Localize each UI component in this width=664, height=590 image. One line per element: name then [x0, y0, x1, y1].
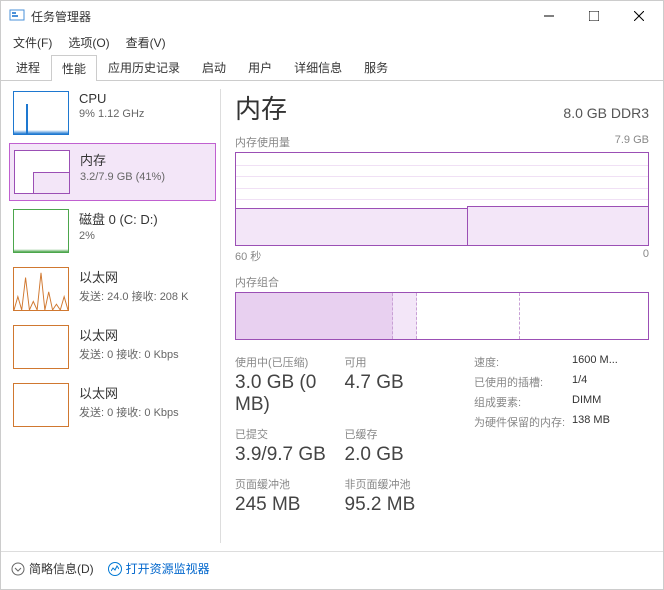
chart-axis-right: 0 [643, 248, 649, 264]
memory-spec: 8.0 GB DDR3 [563, 105, 649, 121]
sidebar-item-cpu[interactable]: CPU 9% 1.12 GHz [9, 85, 216, 141]
available-value: 4.7 GB [345, 372, 455, 394]
resource-monitor-icon [108, 562, 122, 576]
stat-label: 可用 [345, 354, 455, 370]
committed-value: 3.9/9.7 GB [235, 444, 345, 466]
stat-label: 已提交 [235, 426, 345, 442]
kv-key: 组成要素: [474, 394, 572, 410]
chart-axis-left: 60 秒 [235, 248, 261, 264]
sidebar-item-label: CPU [79, 91, 212, 106]
menu-options[interactable]: 选项(O) [60, 32, 117, 53]
window-title: 任务管理器 [31, 8, 526, 25]
fewer-details-button[interactable]: 简略信息(D) [11, 560, 94, 577]
sidebar-item-sub: 3.2/7.9 GB (41%) [80, 171, 211, 183]
sidebar: CPU 9% 1.12 GHz 内存 3.2/7.9 GB (41%) 磁盘 0… [1, 81, 216, 551]
sidebar-item-disk[interactable]: 磁盘 0 (C: D:) 2% [9, 203, 216, 259]
app-icon [9, 8, 25, 24]
stat-label: 使用中(已压缩) [235, 354, 345, 370]
tab-app-history[interactable]: 应用历史记录 [97, 54, 191, 80]
tab-processes[interactable]: 进程 [5, 54, 51, 80]
ethernet-thumb-icon [13, 383, 69, 427]
form-value: DIMM [572, 394, 601, 410]
menubar: 文件(F) 选项(O) 查看(V) [1, 31, 663, 53]
kv-key: 已使用的插槽: [474, 374, 572, 390]
titlebar: 任务管理器 [1, 1, 663, 31]
kv-key: 速度: [474, 354, 572, 370]
memory-composition-chart[interactable] [235, 292, 649, 340]
tab-services[interactable]: 服务 [353, 54, 399, 80]
sidebar-item-label: 以太网 [79, 267, 212, 286]
cpu-thumb-icon [13, 91, 69, 135]
chart-label: 内存使用量 [235, 134, 290, 150]
memory-usage-chart[interactable] [235, 152, 649, 246]
stat-label: 已缓存 [345, 426, 455, 442]
reserved-value: 138 MB [572, 414, 610, 430]
minimize-button[interactable] [526, 1, 571, 31]
sidebar-item-label: 内存 [80, 150, 211, 169]
close-button[interactable] [616, 1, 661, 31]
disk-thumb-icon [13, 209, 69, 253]
menu-view[interactable]: 查看(V) [118, 32, 174, 53]
sidebar-item-label: 以太网 [79, 383, 212, 402]
tab-users[interactable]: 用户 [237, 54, 283, 80]
ethernet-thumb-icon [13, 325, 69, 369]
maximize-button[interactable] [571, 1, 616, 31]
sidebar-item-sub: 发送: 24.0 接收: 208 K [79, 288, 212, 304]
cached-value: 2.0 GB [345, 444, 455, 466]
kv-key: 为硬件保留的内存: [474, 414, 572, 430]
ethernet-thumb-icon [13, 267, 69, 311]
chevron-down-icon [11, 562, 25, 576]
sidebar-item-sub: 发送: 0 接收: 0 Kbps [79, 404, 212, 420]
speed-value: 1600 M... [572, 354, 618, 370]
sidebar-item-memory[interactable]: 内存 3.2/7.9 GB (41%) [9, 143, 216, 201]
composition-label: 内存组合 [235, 274, 649, 290]
sidebar-item-ethernet-2[interactable]: 以太网 发送: 0 接收: 0 Kbps [9, 319, 216, 375]
sidebar-item-ethernet-3[interactable]: 以太网 发送: 0 接收: 0 Kbps [9, 377, 216, 433]
stat-label: 页面缓冲池 [235, 476, 345, 492]
sidebar-item-label: 磁盘 0 (C: D:) [79, 209, 212, 228]
sidebar-item-sub: 9% 1.12 GHz [79, 108, 212, 120]
tab-startup[interactable]: 启动 [191, 54, 237, 80]
page-title: 内存 [235, 89, 287, 126]
sidebar-item-label: 以太网 [79, 325, 212, 344]
sidebar-item-sub: 2% [79, 230, 212, 242]
nonpaged-value: 95.2 MB [345, 494, 455, 516]
footer: 简略信息(D) 打开资源监视器 [1, 551, 663, 585]
resource-monitor-label: 打开资源监视器 [126, 560, 210, 577]
paged-value: 245 MB [235, 494, 345, 516]
slots-value: 1/4 [572, 374, 587, 390]
tab-details[interactable]: 详细信息 [283, 54, 353, 80]
in-use-value: 3.0 GB (0 MB) [235, 372, 345, 416]
tab-performance[interactable]: 性能 [51, 55, 97, 81]
sidebar-item-ethernet-1[interactable]: 以太网 发送: 24.0 接收: 208 K [9, 261, 216, 317]
open-resource-monitor-link[interactable]: 打开资源监视器 [108, 560, 210, 577]
memory-thumb-icon [14, 150, 70, 194]
fewer-details-label: 简略信息(D) [29, 560, 94, 577]
menu-file[interactable]: 文件(F) [5, 32, 60, 53]
divider [220, 89, 221, 543]
tabbar: 进程 性能 应用历史记录 启动 用户 详细信息 服务 [1, 53, 663, 81]
sidebar-item-sub: 发送: 0 接收: 0 Kbps [79, 346, 212, 362]
stat-label: 非页面缓冲池 [345, 476, 455, 492]
chart-max: 7.9 GB [615, 134, 649, 150]
main-panel: 内存 8.0 GB DDR3 内存使用量 7.9 GB 60 秒 0 内存组合 [225, 81, 663, 551]
